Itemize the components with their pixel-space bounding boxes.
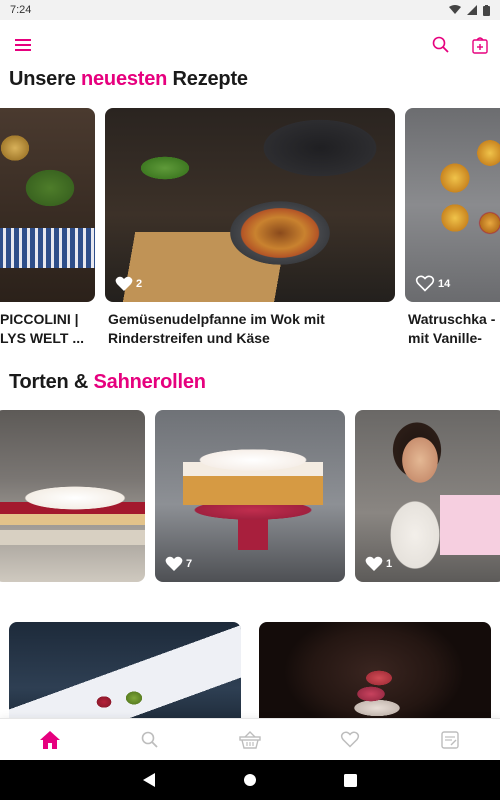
recipe-image	[0, 108, 95, 302]
home-button[interactable]	[243, 773, 257, 787]
battery-icon	[483, 4, 490, 16]
search-icon	[432, 36, 449, 53]
recipe-image	[105, 108, 395, 302]
recipe-title[interactable]: Watruschka - mit Vanille-Qu	[408, 310, 500, 348]
heart-icon	[340, 731, 360, 748]
shopping-list-button[interactable]	[472, 36, 488, 54]
recipe-card[interactable]	[259, 622, 491, 718]
back-button[interactable]	[143, 773, 157, 787]
system-navigation-bar	[0, 760, 500, 800]
recipe-card[interactable]	[9, 622, 241, 718]
likes-counter: 1	[365, 556, 392, 572]
status-icons	[449, 4, 490, 16]
menu-button[interactable]	[12, 33, 36, 57]
recipe-image	[405, 108, 500, 302]
status-time: 7:24	[10, 4, 32, 16]
basket-icon	[239, 730, 261, 749]
search-icon	[141, 731, 158, 748]
wifi-icon	[449, 5, 461, 14]
recipe-title[interactable]: Gemüsenudelpfanne im Wok mit Rinderstrei…	[108, 310, 398, 348]
signal-icon	[467, 5, 477, 15]
section-title-cakes: Torten & Sahnerollen	[9, 371, 206, 393]
back-icon	[143, 773, 156, 787]
nav-notes[interactable]	[430, 720, 470, 760]
heart-icon[interactable]	[165, 556, 183, 572]
cakes-carousel[interactable]: 7 1	[0, 410, 500, 585]
more-recipes-row[interactable]	[0, 622, 500, 718]
heart-icon[interactable]	[115, 276, 133, 292]
recipe-card[interactable]: 2	[105, 108, 395, 302]
likes-counter: 2	[115, 276, 142, 292]
notes-icon	[441, 730, 459, 749]
status-bar: 7:24	[0, 0, 500, 20]
recipe-card[interactable]: 14	[405, 108, 500, 302]
home-icon	[40, 730, 60, 749]
recipe-title[interactable]: PICCOLINI | LYS WELT ...	[0, 310, 95, 348]
home-circle-icon	[244, 774, 257, 786]
likes-counter: 7	[165, 556, 192, 572]
heart-outline-icon[interactable]	[415, 275, 435, 292]
nav-search[interactable]	[130, 720, 170, 760]
recipe-card[interactable]: 7	[155, 410, 345, 582]
newest-recipes-carousel[interactable]: PICCOLINI | LYS WELT ... 2 Gemüsenudelpf…	[0, 108, 500, 348]
search-button[interactable]	[432, 36, 450, 54]
recipe-image	[259, 622, 491, 718]
recents-icon	[343, 773, 357, 787]
recipe-card[interactable]: 1	[355, 410, 500, 582]
shopping-list-icon	[472, 37, 488, 54]
likes-counter: 14	[415, 275, 450, 292]
bottom-navigation	[0, 718, 500, 760]
nav-favorites[interactable]	[330, 720, 370, 760]
nav-home[interactable]	[30, 720, 70, 760]
recents-button[interactable]	[343, 773, 357, 787]
heart-icon[interactable]	[365, 556, 383, 572]
nav-basket[interactable]	[230, 720, 270, 760]
app-bar	[0, 20, 500, 70]
recipe-card[interactable]	[0, 410, 145, 582]
hamburger-icon	[15, 39, 31, 51]
recipe-image	[0, 410, 145, 582]
recipe-image	[9, 622, 241, 718]
recipe-card[interactable]	[0, 108, 95, 302]
section-title-newest: Unsere neuesten Rezepte	[9, 68, 248, 90]
